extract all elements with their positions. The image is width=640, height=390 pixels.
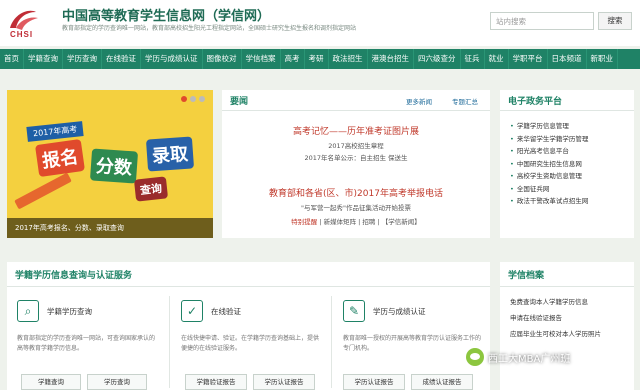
news-panel: 要闻 更多新闻 专题汇总 高考记忆——历年准考证图片展 2017高校招生章程 2… <box>222 90 490 238</box>
gov-list: 学籍学历信息管理 来华留学生学籍学历管理 阳光高考信息平台 中国研究生招生信息网… <box>510 120 589 208</box>
wechat-watermark: 西工大MBA广州班 <box>466 346 636 368</box>
banner-word: 查询 <box>133 176 169 202</box>
nav-item[interactable]: 学籍查询 <box>24 49 63 69</box>
verification-panel: 学籍学历信息查询与认证服务 ⌕ 学籍学历查询 教育部指定的学历查询唯一网站，可查… <box>7 262 490 390</box>
more-news-link[interactable]: 更多新闻 <box>406 96 432 106</box>
nav-item[interactable]: 学历与成绩认证 <box>141 49 203 69</box>
verify-title: 学籍学历信息查询与认证服务 <box>15 271 133 281</box>
archive-link[interactable]: 免费查询本人学籍学历信息 <box>510 296 588 306</box>
site-header: CHSI 中国高等教育学生信息网（学信网） 教育部指定的学历查询唯一网站，教育部… <box>0 0 640 46</box>
nav-item[interactable]: 日本频道 <box>548 49 587 69</box>
gaokao-banner[interactable]: 2017年高考 报名 分数 录取 查询 2017年高考报名、分数、录取查询 <box>7 90 213 238</box>
headline-link[interactable]: 教育部和各省(区、市)2017年高考举报电话 <box>222 186 490 199</box>
certificate-icon: ✎ <box>343 300 365 322</box>
nav-item[interactable]: 学信档案 <box>242 49 281 69</box>
pencil-icon <box>14 172 72 210</box>
nav-item[interactable]: 征兵 <box>461 49 485 69</box>
service-card: ✎ 学历与成绩认证 教育部唯一授权的开展高等教育学历认证服务工作的专门机构。 学… <box>337 292 487 390</box>
gov-link[interactable]: 全国征兵网 <box>510 183 588 196</box>
nav-item[interactable]: 政法招生 <box>329 49 368 69</box>
banner-word: 录取 <box>145 136 195 172</box>
card-desc: 教育部唯一授权的开展高等教育学历认证服务工作的专门机构。 <box>343 335 482 352</box>
news-link[interactable]: "与军营一起秀"作品征集活动开始投票 <box>222 202 490 212</box>
watermark-text: 西工大MBA广州班 <box>488 353 571 365</box>
gov-link[interactable]: 高校学生资助信息管理 <box>510 170 588 183</box>
site-tagline: 教育部指定的学历查询唯一网站，教育部高校招生阳光工程指定网站，全国硕士研究生招生… <box>62 25 357 32</box>
gov-title: 电子政务平台 <box>508 97 563 107</box>
xueli-report-button[interactable]: 学历认证报告 <box>253 374 315 390</box>
nav-item[interactable]: 学职平台 <box>509 49 548 69</box>
archive-panel: 学信档案 免费查询本人学籍学历信息 申请在线验证报告 应届毕业生可校对本人学历照… <box>500 262 634 390</box>
grade-cert-report-button[interactable]: 成绩认证报告 <box>411 374 473 390</box>
news-link[interactable]: 2017年名单公示：自主招生 保送生 <box>222 152 490 162</box>
divider <box>169 296 170 388</box>
card-desc: 教育部指定的学历查询唯一网站，可查询国家承认的高等教育学籍学历信息。 <box>17 335 156 352</box>
news-link[interactable]: 2017高校招生章程 <box>222 140 490 150</box>
news-footer-links: 特别提醒 | 新媒体矩阵 | 招聘 | 【学信新闻】 <box>222 216 490 226</box>
nav-item[interactable]: 四六级查分 <box>414 49 461 69</box>
wechat-icon <box>466 348 484 366</box>
nav-item[interactable]: 高考 <box>281 49 305 69</box>
carousel-dots <box>181 96 205 102</box>
archive-link[interactable]: 申请在线验证报告 <box>510 312 562 322</box>
card-title[interactable]: 在线验证 <box>211 306 241 317</box>
banner-caption[interactable]: 2017年高考报名、分数、录取查询 <box>7 218 213 238</box>
card-title[interactable]: 学历与成绩认证 <box>373 306 426 317</box>
carousel-dot[interactable] <box>181 96 187 102</box>
headline-link[interactable]: 高考记忆——历年准考证图片展 <box>222 124 490 137</box>
nav-item[interactable]: 就业 <box>485 49 509 69</box>
service-card: ⌕ 学籍学历查询 教育部指定的学历查询唯一网站，可查询国家承认的高等教育学籍学历… <box>11 292 161 390</box>
divider <box>500 286 634 287</box>
gov-link[interactable]: 阳光高考信息平台 <box>510 145 588 158</box>
search-input[interactable]: 站内搜索 <box>490 12 594 30</box>
site-title[interactable]: 中国高等教育学生信息网（学信网） <box>62 5 270 24</box>
carousel-dot[interactable] <box>190 96 196 102</box>
card-title[interactable]: 学籍学历查询 <box>47 306 92 317</box>
nav-item[interactable]: 在线验证 <box>102 49 141 69</box>
service-card: ✓ 在线验证 在线快捷申请、验证。在学籍学历查询基础上，提供便捷的在线验证服务。… <box>175 292 325 390</box>
divider <box>222 110 490 111</box>
check-icon: ✓ <box>181 300 203 322</box>
banner-word: 报名 <box>34 138 86 178</box>
xueji-query-button[interactable]: 学籍查询 <box>21 374 81 390</box>
nav-item[interactable]: 港澳台招生 <box>368 49 414 69</box>
archive-title: 学信档案 <box>508 271 545 281</box>
archive-link[interactable]: 应届毕业生可校对本人学历照片 <box>510 328 601 338</box>
news-title: 要闻 <box>230 97 249 107</box>
xueli-query-button[interactable]: 学历查询 <box>87 374 147 390</box>
nav-item[interactable]: 新职业 <box>587 49 618 69</box>
card-desc: 在线快捷申请、验证。在学籍学历查询基础上，提供便捷的在线验证服务。 <box>181 335 320 352</box>
gov-link[interactable]: 学籍学历信息管理 <box>510 120 588 133</box>
nav-item[interactable]: 首页 <box>0 49 24 69</box>
special-topics-link[interactable]: 专题汇总 <box>452 96 478 106</box>
xueji-report-button[interactable]: 学籍验证报告 <box>185 374 247 390</box>
gov-platform-panel: 电子政务平台 学籍学历信息管理 来华留学生学籍学历管理 阳光高考信息平台 中国研… <box>500 90 634 238</box>
divider <box>500 110 634 111</box>
search-button[interactable]: 搜索 <box>598 12 632 30</box>
nav-item[interactable]: 考研 <box>305 49 329 69</box>
banner-word: 分数 <box>89 148 139 184</box>
special-notice-link[interactable]: 特别提醒 <box>291 218 317 226</box>
divider <box>7 286 490 287</box>
gov-link[interactable]: 来华留学生学籍学历管理 <box>510 133 589 146</box>
media-links[interactable]: | 新媒体矩阵 | 招聘 | 【学信新闻】 <box>319 218 420 226</box>
divider <box>331 296 332 388</box>
main-nav: 首页 学籍查询 学历查询 在线验证 学历与成绩认证 图像校对 学信档案 高考 考… <box>0 49 640 69</box>
degree-cert-report-button[interactable]: 学历认证报告 <box>343 374 405 390</box>
gov-link[interactable]: 中国研究生招生信息网 <box>510 158 588 171</box>
logo-text: CHSI <box>10 30 34 39</box>
nav-item[interactable]: 图像校对 <box>203 49 242 69</box>
search-icon: ⌕ <box>17 300 39 322</box>
nav-item[interactable]: 学历查询 <box>63 49 102 69</box>
carousel-dot[interactable] <box>199 96 205 102</box>
gov-link[interactable]: 政法干警改革试点招生网 <box>510 195 589 208</box>
